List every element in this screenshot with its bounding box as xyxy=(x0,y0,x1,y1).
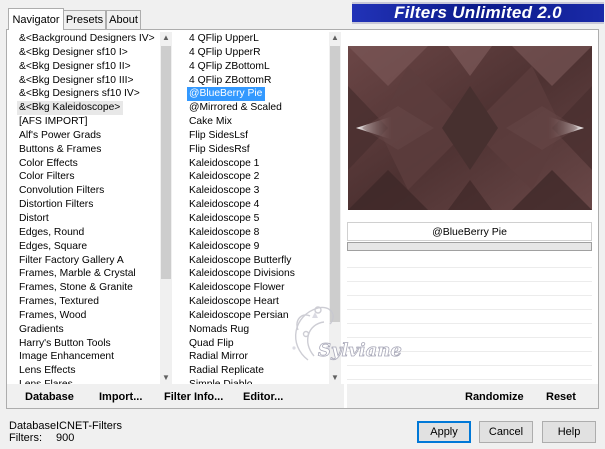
category-item[interactable]: Lens Effects xyxy=(17,364,161,378)
scroll-up-icon[interactable]: ▲ xyxy=(160,32,172,44)
filter-item[interactable]: 4 QFlip ZBottomL xyxy=(187,60,329,74)
category-item[interactable]: &<Bkg Designer sf10 II> xyxy=(17,60,161,74)
filter-item[interactable]: Flip SidesLsf xyxy=(187,129,329,143)
filters-label: Filters: xyxy=(9,432,42,444)
database-value: ICNET-Filters xyxy=(56,420,122,432)
category-list[interactable]: &<Background Designers IV> &<Bkg Designer… xyxy=(17,32,161,384)
filter-item[interactable]: Kaleidoscope 1 xyxy=(187,157,329,171)
cancel-button[interactable]: Cancel xyxy=(479,421,533,443)
category-item[interactable]: Frames, Wood xyxy=(17,309,161,323)
scroll-up-icon[interactable]: ▲ xyxy=(329,32,341,44)
scroll-down-icon[interactable]: ▼ xyxy=(160,372,172,384)
category-item[interactable]: Frames, Marble & Crystal xyxy=(17,267,161,281)
category-item[interactable]: Distort xyxy=(17,212,161,226)
filter-item[interactable]: Kaleidoscope 9 xyxy=(187,240,329,254)
filter-item[interactable]: Kaleidoscope 8 xyxy=(187,226,329,240)
preview-image xyxy=(348,46,592,210)
tab-navigator[interactable]: Navigator xyxy=(8,8,64,30)
category-item[interactable]: Color Effects xyxy=(17,157,161,171)
apply-button[interactable]: Apply xyxy=(417,421,471,443)
category-scrollbar[interactable]: ▲ ▼ xyxy=(160,32,172,384)
filter-item[interactable]: 4 QFlip UpperL xyxy=(187,32,329,46)
watermark-text: Sylviane xyxy=(318,340,402,361)
category-item[interactable]: &<Bkg Designer sf10 III> xyxy=(17,74,161,88)
category-item[interactable]: Alf's Power Grads xyxy=(17,129,161,143)
filter-item[interactable]: Kaleidoscope 2 xyxy=(187,170,329,184)
database-button[interactable]: Database xyxy=(25,391,74,403)
editor-button[interactable]: Editor... xyxy=(243,391,283,403)
category-item[interactable]: Harry's Button Tools xyxy=(17,337,161,351)
scroll-thumb[interactable] xyxy=(330,46,340,322)
filter-item[interactable]: Cake Mix xyxy=(187,115,329,129)
reset-button[interactable]: Reset xyxy=(546,391,576,403)
filter-item[interactable]: Kaleidoscope 4 xyxy=(187,198,329,212)
selected-filter-name: @BlueBerry Pie xyxy=(347,222,592,241)
tab-about[interactable]: About xyxy=(106,10,141,29)
scroll-thumb[interactable] xyxy=(161,46,171,279)
progress-bar xyxy=(347,242,592,251)
category-item[interactable]: &<Background Designers IV> xyxy=(17,32,161,46)
filter-info-button[interactable]: Filter Info... xyxy=(164,391,223,403)
filter-item[interactable]: Flip SidesRsf xyxy=(187,143,329,157)
category-item[interactable]: Color Filters xyxy=(17,170,161,184)
filter-item[interactable]: 4 QFlip UpperR xyxy=(187,46,329,60)
category-item[interactable]: &<Bkg Designer sf10 I> xyxy=(17,46,161,60)
category-item[interactable]: Buttons & Frames xyxy=(17,143,161,157)
category-item[interactable]: Distortion Filters xyxy=(17,198,161,212)
import-button[interactable]: Import... xyxy=(99,391,142,403)
category-item[interactable]: Convolution Filters xyxy=(17,184,161,198)
app-title-banner: Filters Unlimited 2.0 xyxy=(352,2,604,24)
filters-value: 900 xyxy=(56,432,75,444)
category-item[interactable]: &<Bkg Kaleidoscope> xyxy=(17,101,124,116)
parameter-row xyxy=(347,254,592,268)
category-item[interactable]: Image Enhancement xyxy=(17,350,161,364)
filter-item[interactable]: Kaleidoscope 5 xyxy=(187,212,329,226)
category-item[interactable]: Edges, Round xyxy=(17,226,161,240)
category-item[interactable]: Edges, Square xyxy=(17,240,161,254)
database-label: Database: xyxy=(9,420,60,432)
parameter-row xyxy=(347,268,592,282)
tab-presets[interactable]: Presets xyxy=(63,10,106,29)
category-item[interactable]: Filter Factory Gallery A xyxy=(17,254,161,268)
category-item[interactable]: Frames, Stone & Granite xyxy=(17,281,161,295)
category-item[interactable]: &<Bkg Designers sf10 IV> xyxy=(17,87,161,101)
filter-item[interactable]: Kaleidoscope Butterfly xyxy=(187,254,329,268)
filter-item[interactable]: @Mirrored & Scaled xyxy=(187,101,329,115)
filter-item[interactable]: Kaleidoscope 3 xyxy=(187,184,329,198)
filter-item[interactable]: Kaleidoscope Divisions xyxy=(187,267,329,281)
watermark-logo: Sylviane xyxy=(292,306,402,361)
category-item[interactable]: Gradients xyxy=(17,323,161,337)
randomize-button[interactable]: Randomize xyxy=(465,391,524,403)
category-item[interactable]: Frames, Textured xyxy=(17,295,161,309)
category-item[interactable]: [AFS IMPORT] xyxy=(17,115,161,129)
filter-item[interactable]: 4 QFlip ZBottomR xyxy=(187,74,329,88)
help-button[interactable]: Help xyxy=(542,421,596,443)
filter-item[interactable]: @BlueBerry Pie xyxy=(187,87,266,102)
app-title: Filters Unlimited 2.0 xyxy=(394,3,562,22)
